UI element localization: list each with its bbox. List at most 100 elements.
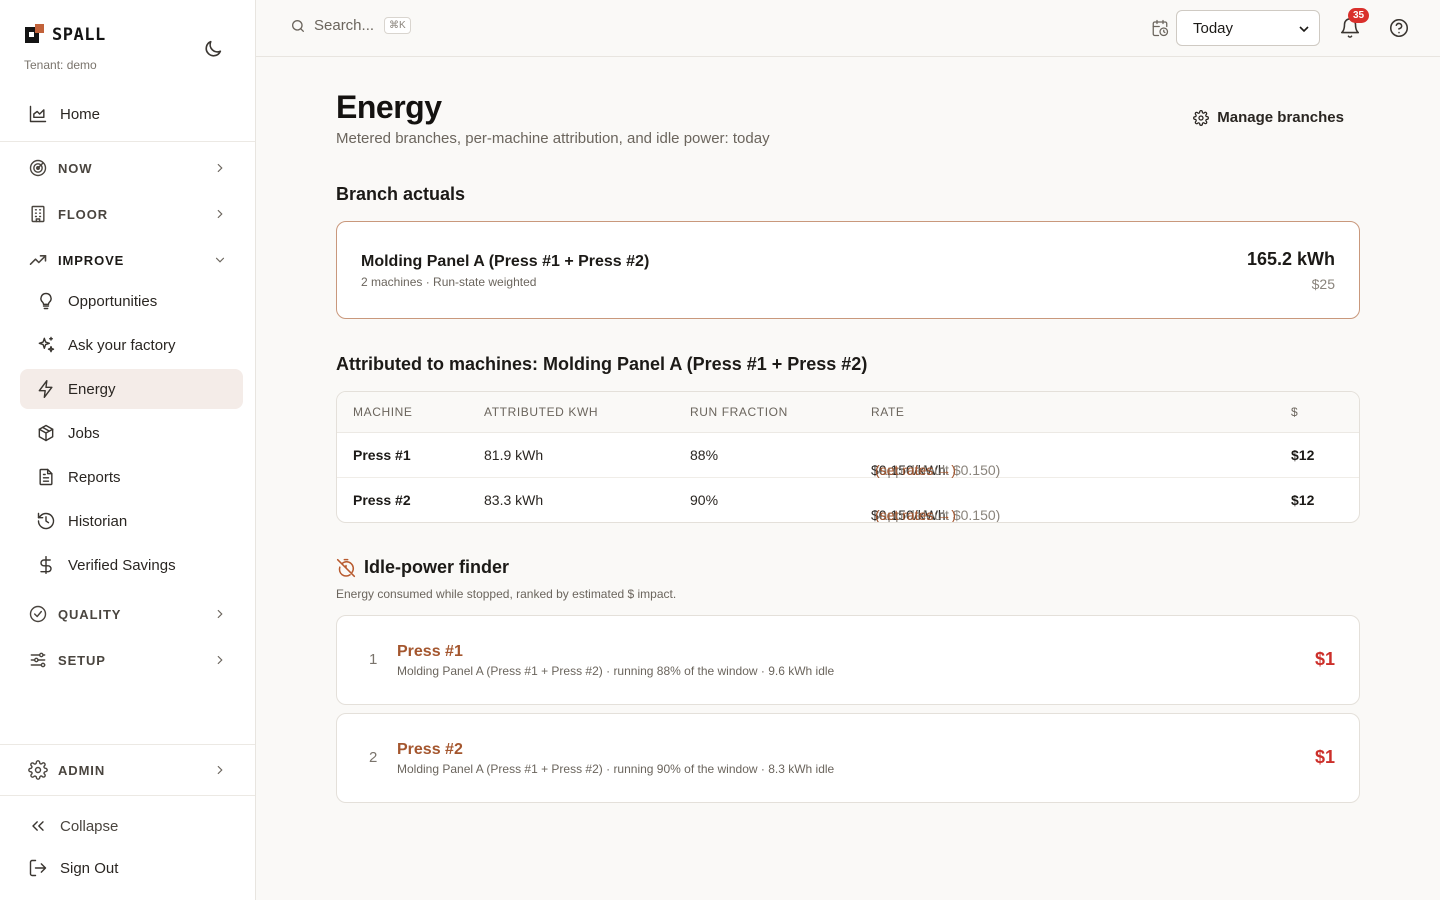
history-icon — [37, 512, 55, 530]
table-row: Press #1 81.9 kWh 88% $0.150/kWh (app def… — [337, 433, 1359, 478]
radar-icon — [29, 159, 47, 177]
sidebar-item-label: Opportunities — [68, 292, 158, 310]
sidebar-divider — [0, 744, 255, 745]
sidebar-group-admin[interactable]: ADMIN — [20, 750, 243, 790]
sidebar-item-label: Historian — [68, 512, 128, 530]
sidebar-item-verified-savings[interactable]: Verified Savings — [20, 545, 243, 585]
chevron-right-icon — [217, 609, 223, 619]
attribution-table: MACHINE ATTRIBUTED KWH RUN FRACTION RATE… — [336, 391, 1360, 523]
help-button[interactable] — [1388, 17, 1410, 39]
search-icon — [292, 19, 304, 32]
gear-icon — [1193, 109, 1210, 126]
column-header[interactable]: RUN FRACTION — [690, 405, 788, 419]
page-title: Energy — [336, 89, 442, 125]
idle-item[interactable]: 2 Press #2 Molding Panel A (Press #1 + P… — [336, 713, 1360, 803]
idle-power-heading: Idle-power finder — [336, 557, 509, 578]
set-rates-link[interactable]: (set rates →) — [875, 507, 956, 522]
sidebar-group-label: SETUP — [58, 652, 106, 668]
sidebar-group-improve[interactable]: IMPROVE — [20, 240, 243, 280]
sidebar-item-label: Verified Savings — [68, 556, 176, 574]
sliders-icon — [30, 652, 46, 668]
package-icon — [38, 424, 54, 442]
chevron-right-icon — [217, 209, 223, 219]
sidebar-group-label: FLOOR — [58, 206, 108, 222]
date-range-select[interactable]: Today — [1176, 10, 1320, 46]
idle-item[interactable]: 1 Press #1 Molding Panel A (Press #1 + P… — [336, 615, 1360, 705]
sidebar-divider — [0, 795, 255, 796]
cost-cell: $12 — [1291, 447, 1315, 463]
idle-meta: Molding Panel A (Press #1 + Press #2) · … — [397, 664, 835, 678]
chart-area-icon — [29, 105, 47, 123]
sidebar-item-reports[interactable]: Reports — [20, 457, 243, 497]
trending-up-icon — [29, 255, 47, 265]
sidebar-item-historian[interactable]: Historian — [20, 501, 243, 541]
table-header: MACHINE ATTRIBUTED KWH RUN FRACTION RATE… — [337, 392, 1359, 433]
date-range-value: Today — [1193, 19, 1234, 37]
idle-cost: $1 — [1314, 747, 1335, 767]
manage-branches-label: Manage branches — [1217, 109, 1344, 126]
timer-off-icon — [336, 558, 356, 577]
chevron-down-icon — [215, 257, 225, 263]
zap-icon — [38, 379, 53, 399]
collapse-label: Collapse — [60, 817, 119, 835]
dark-mode-toggle[interactable] — [202, 38, 224, 60]
table-row: Press #2 83.3 kWh 90% $0.150/kWh (app def… — [337, 478, 1359, 522]
building-icon — [31, 205, 45, 223]
idle-machine-link[interactable]: Press #1 — [397, 643, 463, 661]
sidebar-item-opportunities[interactable]: Opportunities — [20, 281, 243, 321]
brand[interactable]: SPALL — [24, 24, 106, 46]
search-input[interactable]: Search... ⌘K — [290, 17, 411, 34]
collapse-sidebar-button[interactable]: Collapse — [20, 806, 243, 846]
column-header[interactable]: ATTRIBUTED KWH — [484, 405, 598, 419]
page-subtitle: Metered branches, per-machine attributio… — [336, 130, 770, 147]
file-text-icon — [39, 468, 53, 486]
sidebar-group-label: QUALITY — [58, 606, 122, 622]
sparkles-icon — [38, 336, 55, 353]
column-header[interactable]: MACHINE — [353, 405, 413, 419]
topbar: Search... ⌘K Today 35 — [256, 0, 1440, 57]
brand-logo-icon — [24, 24, 46, 46]
machine-cell: Press #2 — [353, 492, 411, 508]
idle-power-subtitle: Energy consumed while stopped, ranked by… — [336, 587, 677, 601]
sidebar-group-label: NOW — [58, 160, 93, 176]
sidebar-item-energy[interactable]: Energy — [20, 369, 243, 409]
sidebar-item-home[interactable]: Home — [20, 94, 243, 134]
sign-out-button[interactable]: Sign Out — [20, 848, 243, 888]
chevron-right-icon — [217, 163, 223, 173]
sidebar-item-jobs[interactable]: Jobs — [20, 413, 243, 453]
branch-card[interactable]: Molding Panel A (Press #1 + Press #2) 2 … — [336, 221, 1360, 319]
lightbulb-icon — [40, 292, 52, 310]
sidebar-group-setup[interactable]: SETUP — [20, 640, 243, 680]
kwh-cell: 83.3 kWh — [484, 492, 544, 508]
machine-cell: Press #1 — [353, 447, 411, 463]
branch-kwh: 165.2 kWh — [1246, 249, 1335, 269]
column-header[interactable]: $ — [1291, 405, 1298, 419]
branch-name: Molding Panel A (Press #1 + Press #2) — [361, 253, 650, 270]
sidebar-item-label: Energy — [68, 380, 116, 398]
sidebar-group-label: IMPROVE — [58, 252, 125, 268]
manage-branches-button[interactable]: Manage branches — [1193, 109, 1344, 126]
branch-cost: $25 — [1311, 276, 1335, 292]
branch-meta: 2 machines · Run-state weighted — [361, 275, 537, 289]
branch-actuals-heading: Branch actuals — [336, 184, 466, 204]
sidebar-group-now[interactable]: NOW — [20, 148, 243, 188]
cost-cell: $12 — [1291, 492, 1315, 508]
idle-meta: Molding Panel A (Press #1 + Press #2) · … — [397, 762, 835, 776]
chevrons-left-icon — [32, 821, 44, 831]
idle-machine-link[interactable]: Press #2 — [397, 741, 463, 759]
search-placeholder: Search... — [314, 17, 375, 34]
idle-power-title: Idle-power finder — [364, 557, 510, 577]
column-header[interactable]: RATE — [871, 405, 905, 419]
sidebar-item-ask-your-factory[interactable]: Ask your factory — [20, 325, 243, 365]
sidebar-group-quality[interactable]: QUALITY — [20, 594, 243, 634]
chevron-right-icon — [217, 655, 223, 665]
gear-icon — [28, 760, 48, 780]
moon-icon — [205, 40, 222, 57]
sidebar-group-floor[interactable]: FLOOR — [20, 194, 243, 234]
sidebar-divider — [0, 141, 255, 142]
set-rates-link[interactable]: (set rates →) — [875, 462, 956, 478]
search-shortcut: ⌘K — [384, 17, 411, 34]
check-circle-icon — [29, 605, 47, 623]
sidebar-item-label: Reports — [68, 468, 121, 486]
log-out-icon — [29, 859, 47, 877]
